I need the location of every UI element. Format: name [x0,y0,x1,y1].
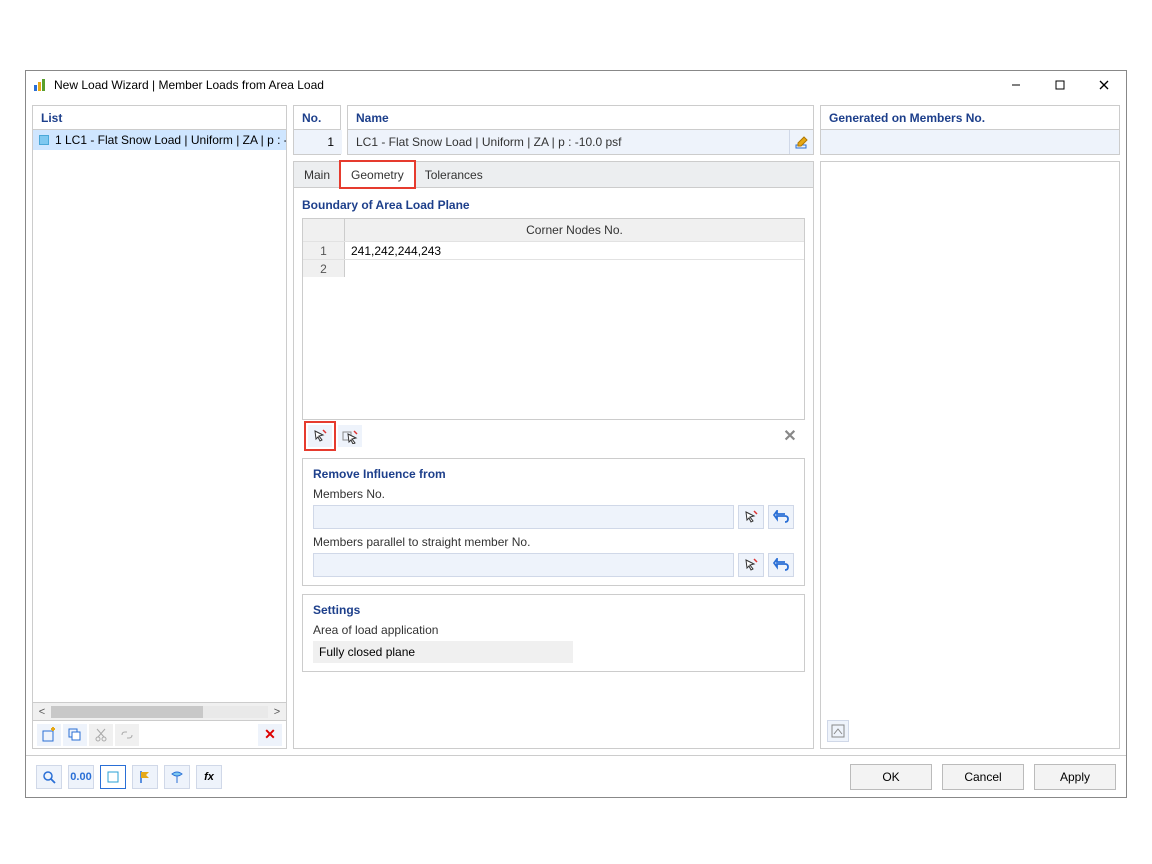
ok-button[interactable]: OK [850,764,932,790]
cancel-button[interactable]: Cancel [942,764,1024,790]
dialog-footer: 0.00 fx OK Cancel Apply [26,755,1126,797]
corner-nodes-cell[interactable]: 241,242,244,243 [345,242,804,259]
preview-icon [831,724,845,738]
edit-icon [795,135,809,149]
units-button[interactable]: 0.00 [68,765,94,789]
square-icon [106,770,120,784]
generated-members-header: Generated on Members No. [821,106,1119,130]
app-icon [32,77,48,93]
scroll-right-icon[interactable]: > [268,706,286,718]
tab-main[interactable]: Main [294,162,341,187]
tab-tolerances[interactable]: Tolerances [415,162,494,187]
delete-icon: ✕ [264,726,276,743]
rownum: 2 [303,260,345,277]
view-toggle-button[interactable] [100,765,126,789]
rownum: 1 [303,242,345,259]
preview-panel [820,161,1120,749]
dialog-window: New Load Wizard | Member Loads from Area… [25,70,1127,798]
corner-nodes-cell[interactable] [345,260,804,277]
edit-name-button[interactable] [789,130,813,154]
settings-section: Settings Area of load application Fully … [302,594,805,672]
remove-influence-section: Remove Influence from Members No. Member… [302,458,805,586]
magnifier-icon [42,770,56,784]
undo-icon [773,510,789,524]
no-field[interactable]: 1 [294,130,342,154]
titlebar: New Load Wizard | Member Loads from Area… [26,71,1126,99]
boundary-section-title: Boundary of Area Load Plane [302,198,805,212]
grid-rownum-header [303,219,345,241]
pick-arrow-icon [744,510,758,524]
flag-icon [138,770,152,784]
pick-parallel-button[interactable] [738,553,764,577]
maximize-button[interactable] [1038,71,1082,99]
remove-influence-title: Remove Influence from [313,467,794,481]
fx-button[interactable]: fx [196,765,222,789]
help-button[interactable] [36,765,62,789]
generated-members-field[interactable] [821,130,1119,154]
table-row[interactable]: 1 241,242,244,243 [303,241,804,259]
table-row[interactable]: 2 [303,259,804,277]
pick-arrow-icon [312,428,328,444]
generated-members-box: Generated on Members No. [820,105,1120,155]
name-box: Name LC1 - Flat Snow Load | Uniform | ZA… [347,105,814,155]
area-application-value[interactable]: Fully closed plane [313,641,573,663]
tab-geometry[interactable]: Geometry [341,162,415,187]
clear-grid-button[interactable]: ✕ [779,425,801,447]
cut-button [89,724,113,746]
list-panel: List 1 LC1 - Flat Snow Load | Uniform | … [32,105,287,749]
list-item[interactable]: 1 LC1 - Flat Snow Load | Uniform | ZA | … [33,130,286,150]
load-icon-button[interactable] [164,765,190,789]
preview-options-button[interactable] [827,720,849,742]
pick-nodes-rect-button[interactable] [338,425,362,447]
members-no-label: Members No. [313,487,794,501]
window-title: New Load Wizard | Member Loads from Area… [54,78,994,92]
name-label: Name [348,106,813,130]
grid-col-header: Corner Nodes No. [345,219,804,241]
members-parallel-input[interactable] [313,553,734,577]
pick-nodes-highlight [306,423,334,449]
name-field[interactable]: LC1 - Flat Snow Load | Uniform | ZA | p … [348,130,789,154]
settings-title: Settings [313,603,794,617]
members-no-input[interactable] [313,505,734,529]
list-hscrollbar[interactable]: < > [33,702,286,720]
list-item-label: 1 LC1 - Flat Snow Load | Uniform | ZA | … [55,133,286,147]
scroll-thumb[interactable] [51,706,203,718]
no-box: No. 1 [293,105,341,155]
units-label: 0.00 [70,771,91,783]
pick-rect-icon [342,428,358,444]
no-label: No. [294,106,340,130]
color-chip [39,135,49,145]
delete-button[interactable]: ✕ [258,724,282,746]
reset-parallel-button[interactable] [768,553,794,577]
members-parallel-label: Members parallel to straight member No. [313,535,794,549]
apply-button[interactable]: Apply [1034,764,1116,790]
pick-arrow-icon [744,558,758,572]
load-icon [170,770,184,784]
corner-nodes-grid[interactable]: Corner Nodes No. 1 241,242,244,243 2 [302,218,805,420]
new-item-button[interactable] [37,724,61,746]
undo-icon [773,558,789,572]
pick-members-button[interactable] [738,505,764,529]
area-application-label: Area of load application [313,623,794,637]
close-button[interactable] [1082,71,1126,99]
list-body[interactable]: 1 LC1 - Flat Snow Load | Uniform | ZA | … [33,130,286,702]
fx-label: fx [204,771,214,783]
minimize-button[interactable] [994,71,1038,99]
list-header: List [33,106,286,130]
link-button [115,724,139,746]
display-settings-button[interactable] [132,765,158,789]
tab-bar: Main Geometry Tolerances [294,162,813,188]
reset-members-button[interactable] [768,505,794,529]
pick-nodes-button[interactable] [308,425,332,447]
copy-item-button[interactable] [63,724,87,746]
scroll-left-icon[interactable]: < [33,706,51,718]
